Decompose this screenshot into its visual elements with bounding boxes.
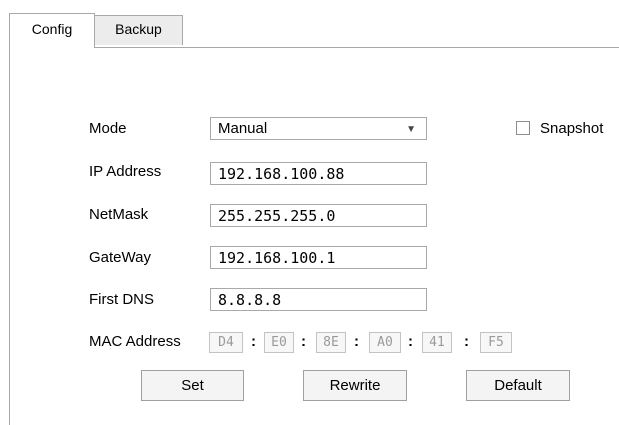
netmask-input[interactable] <box>210 204 427 227</box>
mac-separator: : <box>408 333 413 350</box>
mac-segment-1[interactable]: D4 <box>209 332 243 353</box>
mac-segment-6[interactable]: F5 <box>480 332 512 353</box>
first-dns-label: First DNS <box>89 291 154 308</box>
mac-separator: : <box>464 333 469 350</box>
ip-address-input[interactable] <box>210 162 427 185</box>
tab-backup[interactable]: Backup <box>94 15 183 45</box>
default-button[interactable]: Default <box>466 370 570 401</box>
gateway-label: GateWay <box>89 249 151 266</box>
chevron-down-icon: ▼ <box>406 124 416 135</box>
rewrite-button[interactable]: Rewrite <box>303 370 407 401</box>
netmask-label: NetMask <box>89 206 149 223</box>
mac-separator: : <box>251 333 256 350</box>
checkbox-unchecked-icon[interactable] <box>516 121 530 135</box>
mac-segment-3[interactable]: 8E <box>316 332 346 353</box>
first-dns-input[interactable] <box>210 288 427 311</box>
gateway-input[interactable] <box>210 246 427 269</box>
mac-separator: : <box>354 333 359 350</box>
mode-select-value: Manual <box>218 120 268 137</box>
mac-segment-5[interactable]: 41 <box>422 332 452 353</box>
mac-segment-2[interactable]: E0 <box>264 332 294 353</box>
tab-panel-border <box>9 47 619 48</box>
snapshot-label: Snapshot <box>540 120 604 137</box>
mode-select[interactable]: Manual ▼ <box>210 117 427 140</box>
set-button[interactable]: Set <box>141 370 244 401</box>
mode-label: Mode <box>89 120 127 137</box>
ip-address-label: IP Address <box>89 163 162 180</box>
tab-panel-left-border <box>9 47 10 425</box>
mac-address-label: MAC Address <box>89 333 181 350</box>
mac-segment-4[interactable]: A0 <box>369 332 401 353</box>
tab-config[interactable]: Config <box>9 13 95 48</box>
mac-separator: : <box>301 333 306 350</box>
